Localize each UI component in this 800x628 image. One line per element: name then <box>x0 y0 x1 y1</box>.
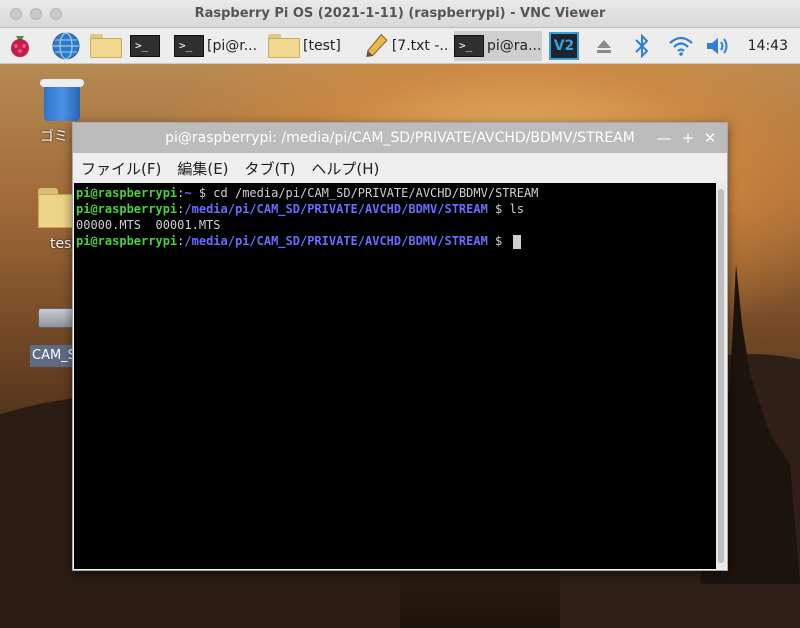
terminal-output[interactable]: pi@raspberrypi:~ $ cd /media/pi/CAM_SD/P… <box>74 183 716 569</box>
command-text: cd /media/pi/CAM_SD/PRIVATE/AVCHD/BDMV/S… <box>206 186 539 200</box>
pencil-icon <box>366 33 388 58</box>
command-text: ls <box>502 202 524 216</box>
command-text <box>502 234 509 248</box>
raspberry-menu-button[interactable] <box>6 31 34 61</box>
task-text-editor[interactable]: [7.txt -... <box>364 31 450 61</box>
task-label: [test] <box>303 38 341 54</box>
wifi-icon <box>669 36 693 56</box>
menu-tabs[interactable]: タブ(T) <box>245 158 296 179</box>
prompt-user: pi@raspberrypi <box>76 234 178 248</box>
prompt-symbol: $ <box>487 234 503 248</box>
terminal-launcher[interactable]: >_ <box>130 31 160 61</box>
bluetooth-button[interactable] <box>632 31 652 61</box>
prompt-path: /media/pi/CAM_SD/PRIVATE/AVCHD/BDMV/STRE… <box>184 202 488 216</box>
prompt-path: /media/pi/CAM_SD/PRIVATE/AVCHD/BDMV/STRE… <box>184 234 488 248</box>
close-button[interactable]: ✕ <box>701 129 719 147</box>
terminal-window-title: pi@raspberrypi: /media/pi/CAM_SD/PRIVATE… <box>73 123 727 153</box>
task-label: [7.txt -... <box>391 38 450 54</box>
scrollbar[interactable] <box>716 183 726 569</box>
terminal-line: 00000.MTS 00001.MTS <box>76 217 716 233</box>
task-terminal[interactable]: >_ [pi@r... <box>174 31 258 61</box>
menu-help[interactable]: ヘルプ(H) <box>311 158 379 179</box>
menu-bar: ファイル(F) 編集(E) タブ(T) ヘルプ(H) <box>73 153 727 183</box>
terminal-icon: >_ <box>454 35 484 57</box>
prompt-user: pi@raspberrypi <box>76 202 178 216</box>
volume-button[interactable] <box>704 31 732 61</box>
task-terminal-active[interactable]: >_ pi@ra... <box>454 31 542 61</box>
vnc-window-title: Raspberry Pi OS (2021-1-11) (raspberrypi… <box>194 6 606 21</box>
eject-icon <box>597 40 611 53</box>
terminal-line: pi@raspberrypi:/media/pi/CAM_SD/PRIVATE/… <box>76 233 716 249</box>
wifi-button[interactable] <box>668 31 694 61</box>
terminal-window: pi@raspberrypi: /media/pi/CAM_SD/PRIVATE… <box>72 122 728 571</box>
text-cursor <box>512 234 521 249</box>
browser-launcher[interactable] <box>51 31 81 61</box>
eject-button[interactable] <box>594 31 614 61</box>
drive-icon[interactable] <box>38 308 74 328</box>
task-label: [pi@r... <box>207 38 258 54</box>
file-manager-icon <box>90 34 122 58</box>
globe-icon <box>52 32 80 60</box>
volume-icon <box>707 38 728 54</box>
trash-icon[interactable] <box>40 79 84 121</box>
terminal-line: pi@raspberrypi:~ $ cd /media/pi/CAM_SD/P… <box>76 185 716 201</box>
task-label: pi@ra... <box>487 38 542 54</box>
folder-icon <box>268 34 300 58</box>
prompt-user: pi@raspberrypi <box>76 186 178 200</box>
prompt-symbol: $ <box>487 202 503 216</box>
menu-edit[interactable]: 編集(E) <box>177 158 228 179</box>
scrollbar-thumb[interactable] <box>718 189 724 563</box>
terminal-icon: >_ <box>130 35 160 57</box>
terminal-icon: >_ <box>174 35 204 57</box>
prompt-symbol: $ <box>191 186 207 200</box>
trash-label: ゴミ <box>40 129 68 145</box>
taskbar: >_ >_ [pi@r... [test] [7.txt -... >_ pi@… <box>0 28 800 64</box>
terminal-line: pi@raspberrypi:/media/pi/CAM_SD/PRIVATE/… <box>76 201 716 217</box>
command-output: 00000.MTS 00001.MTS <box>76 218 221 232</box>
minimize-button[interactable]: — <box>655 129 673 147</box>
vnc-icon: V2 <box>549 32 579 60</box>
raspberry-menu-icon <box>11 36 29 57</box>
bluetooth-icon <box>635 33 649 59</box>
clock: 14:43 <box>747 38 788 54</box>
prompt-path: ~ <box>184 186 192 200</box>
vnc-tray-button[interactable]: V2 <box>549 31 579 61</box>
maximize-button[interactable]: + <box>679 129 697 147</box>
file-manager-launcher[interactable] <box>90 31 122 61</box>
task-folder-test[interactable]: [test] <box>268 31 356 61</box>
menu-file[interactable]: ファイル(F) <box>81 158 161 179</box>
vnc-window-titlebar: Raspberry Pi OS (2021-1-11) (raspberrypi… <box>0 0 800 28</box>
drive-label: CAM_SD <box>30 345 72 367</box>
